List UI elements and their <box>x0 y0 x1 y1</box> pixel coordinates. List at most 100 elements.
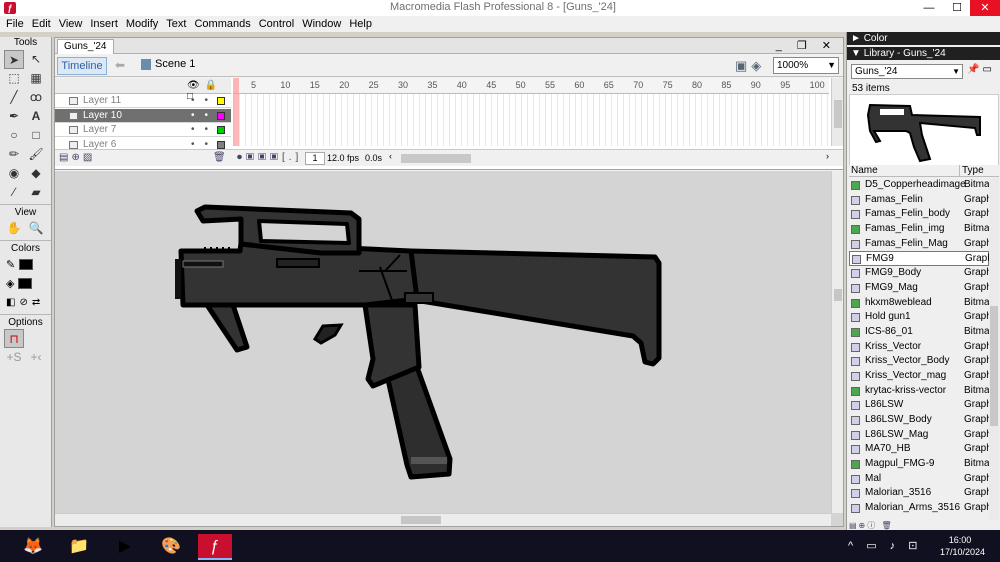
layer-outline-color[interactable] <box>217 140 225 149</box>
library-item[interactable]: Famas_Felin_img Bitmap <box>849 222 989 237</box>
library-item[interactable]: MA70_HB Graphic <box>849 442 989 457</box>
library-item[interactable]: L86LSW Graphic <box>849 398 989 413</box>
fill-transform-tool-icon[interactable]: ▦ <box>26 69 46 88</box>
subselection-tool-icon[interactable]: ↖ <box>26 50 46 69</box>
library-vscroll[interactable] <box>989 178 999 520</box>
library-footer-icons[interactable]: ▤⊕ⓘ 🗑 <box>849 520 999 530</box>
stage[interactable] <box>55 171 843 526</box>
hand-tool-icon[interactable]: ✋ <box>4 219 24 238</box>
add-layer-icons[interactable]: ▤⊕▨ <box>59 152 95 163</box>
zoom-select[interactable]: 1000% ▼ <box>773 57 839 74</box>
library-item[interactable]: Malorian_Arms_3516Graphic <box>849 501 989 516</box>
back-arrow-icon[interactable]: ⬅ <box>115 58 125 72</box>
ink-bottle-tool-icon[interactable]: ◉ <box>4 164 24 183</box>
system-tray-icons[interactable]: ^ ▭ ♪ ⊡ <box>848 539 922 552</box>
library-item[interactable]: Kriss_Vector Graphic <box>849 340 989 355</box>
edit-scene-symbol-icons[interactable]: ▣◈ <box>735 58 765 74</box>
library-item[interactable]: Kriss_Vector_Body Graphic <box>849 354 989 369</box>
layer-outline-color[interactable] <box>217 111 225 120</box>
scroll-right-icon[interactable]: › <box>826 151 829 161</box>
library-item[interactable]: D5_CopperheadimageBitmap <box>849 178 989 193</box>
minimize-button[interactable]: — <box>915 0 943 16</box>
media-player-icon[interactable]: ▶ <box>108 534 142 560</box>
type-column-header[interactable]: Type <box>959 165 984 177</box>
timeline-vscroll[interactable] <box>831 78 843 146</box>
library-item[interactable]: L86LSW_Body Graphic <box>849 413 989 428</box>
library-item[interactable]: Famas_Felin_Mag Graphic <box>849 237 989 252</box>
flash-app-icon[interactable]: ƒ <box>4 2 16 14</box>
clock[interactable]: 16:00 17/10/2024 <box>940 534 985 558</box>
library-item[interactable]: Mal Graphic <box>849 472 989 487</box>
document-tab[interactable]: Guns_'24 <box>57 39 114 54</box>
maximize-button[interactable]: ☐ <box>943 0 971 16</box>
smooth-icon[interactable]: +S <box>4 348 24 367</box>
eyedropper-tool-icon[interactable]: ⁄ <box>4 183 24 202</box>
stroke-color-swatch[interactable] <box>19 259 34 270</box>
stage-hscroll[interactable] <box>55 513 831 526</box>
library-item[interactable]: Magpul_FMG-9 Bitmap <box>849 457 989 472</box>
black-white-icon[interactable]: ◧ <box>6 297 15 308</box>
library-panel-header[interactable]: ▼ Library - Guns_'24 <box>847 47 1000 60</box>
name-column-header[interactable]: Name <box>851 165 878 177</box>
stage-vscroll[interactable] <box>831 171 843 513</box>
layer-outline-color[interactable] <box>217 126 225 134</box>
flash-taskbar-icon[interactable]: ƒ <box>198 534 232 560</box>
oval-tool-icon[interactable]: ○ <box>4 126 24 145</box>
frame-rate[interactable]: 12.0 fps <box>327 152 359 165</box>
rectangle-tool-icon[interactable]: □ <box>26 126 46 145</box>
close-button[interactable]: ✕ <box>970 0 1000 16</box>
menu-insert[interactable]: Insert <box>86 16 122 32</box>
menu-commands[interactable]: Commands <box>190 16 254 32</box>
delete-layer-icon[interactable]: 🗑 <box>213 152 226 163</box>
library-item[interactable]: FMG9 Graphic <box>849 251 989 267</box>
layer-row[interactable]: Layer 11 •• <box>55 94 231 108</box>
library-item[interactable]: Kriss_Vector_mag Graphic <box>849 369 989 384</box>
library-item[interactable]: ICS-86_01 Bitmap <box>849 325 989 340</box>
straighten-icon[interactable]: +‹ <box>26 348 46 367</box>
layer-row[interactable]: Layer 7 •• <box>55 123 231 137</box>
layer-visibility-lock[interactable]: •• <box>191 94 218 107</box>
swap-colors-icon[interactable]: ⇄ <box>32 297 40 308</box>
layer-outline-color[interactable] <box>217 97 225 105</box>
zoom-tool-icon[interactable]: 🔍 <box>26 219 46 238</box>
paint-bucket-tool-icon[interactable]: ◆ <box>26 164 46 183</box>
paint-icon[interactable]: 🎨 <box>154 534 188 560</box>
menu-modify[interactable]: Modify <box>122 16 162 32</box>
pen-tool-icon[interactable]: ✒ <box>4 107 24 126</box>
frame-ruler[interactable]: 5 10 15 20 25 30 35 40 45 50 55 60 65 70 75 80 85 90 95 100 <box>233 78 829 94</box>
eraser-tool-icon[interactable]: ▰ <box>26 183 46 202</box>
frames-grid[interactable] <box>233 94 829 146</box>
menu-help[interactable]: Help <box>345 16 376 32</box>
library-item[interactable]: L86LSW_Mag Graphic <box>849 428 989 443</box>
fill-color-swatch[interactable] <box>18 278 33 289</box>
scroll-left-icon[interactable]: ‹ <box>389 151 392 161</box>
library-item[interactable]: FMG9_Mag Graphic <box>849 281 989 296</box>
scene-breadcrumb[interactable]: Scene 1 <box>141 58 195 70</box>
library-item[interactable]: krytac-kriss-vector Bitmap <box>849 384 989 399</box>
timeline-toggle-button[interactable]: Timeline <box>57 57 107 75</box>
layer-visibility-lock[interactable]: •• <box>191 123 218 136</box>
menu-control[interactable]: Control <box>255 16 298 32</box>
line-tool-icon[interactable]: ╱ <box>4 88 24 107</box>
library-item[interactable]: Malorian_3516 Graphic <box>849 486 989 501</box>
fmg9-drawing[interactable] <box>55 171 831 513</box>
menu-edit[interactable]: Edit <box>28 16 55 32</box>
library-item[interactable]: hkxm8weblead Bitmap <box>849 296 989 311</box>
firefox-icon[interactable]: 🦊 <box>16 534 50 560</box>
free-transform-tool-icon[interactable]: ⬚ <box>4 69 24 88</box>
library-item[interactable]: Famas_Felin_body Graphic <box>849 207 989 222</box>
lasso-tool-icon[interactable]: ꝏ <box>26 88 46 107</box>
layer-visibility-lock[interactable]: •• <box>191 109 218 122</box>
brush-tool-icon[interactable]: 🖌 <box>26 145 46 164</box>
pencil-tool-icon[interactable]: ✏ <box>4 145 24 164</box>
document-window-controls[interactable]: _ ❐ ✕ <box>776 39 837 52</box>
library-item[interactable]: Famas_Felin Graphic <box>849 193 989 208</box>
library-pin-icons[interactable]: 📌▭ <box>967 64 995 75</box>
library-document-select[interactable]: Guns_'24 ▼ <box>851 64 963 79</box>
text-tool-icon[interactable]: A <box>26 107 46 126</box>
selection-tool-icon[interactable]: ➤ <box>4 50 24 69</box>
timeline-hscroll[interactable]: ‹ › <box>389 151 829 164</box>
layer-row[interactable]: Layer 10 •• <box>55 108 231 123</box>
snap-to-objects-icon[interactable]: ⊓ <box>4 329 24 348</box>
menu-view[interactable]: View <box>55 16 87 32</box>
